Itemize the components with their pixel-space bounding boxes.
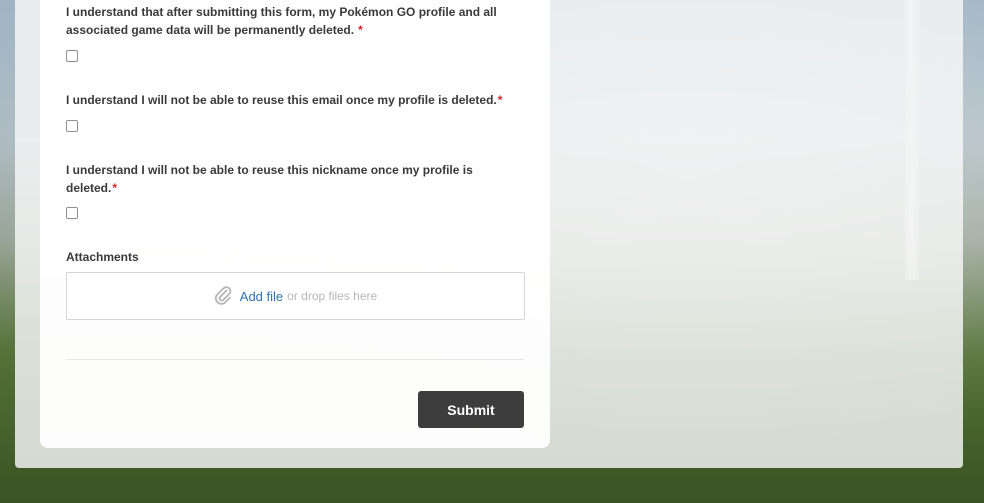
question-text: I understand I will not be able to reuse… — [66, 93, 497, 107]
form-divider — [66, 359, 524, 360]
question-nickname-reuse: I understand I will not be able to reuse… — [66, 161, 486, 197]
required-marker: * — [112, 181, 118, 195]
submit-button[interactable]: Submit — [418, 391, 524, 428]
add-file-link[interactable]: Add file — [240, 289, 283, 304]
required-marker: * — [497, 93, 503, 107]
checkbox-email-reuse[interactable] — [66, 120, 78, 132]
question-text: I understand I will not be able to reuse… — [66, 163, 473, 195]
form-card — [40, 0, 550, 448]
attachments-label: Attachments — [66, 250, 139, 264]
paperclip-icon — [214, 285, 232, 307]
file-dropzone[interactable]: Add file or drop files here — [66, 272, 525, 320]
drop-files-hint: or drop files here — [287, 289, 378, 303]
question-email-reuse: I understand I will not be able to reuse… — [66, 91, 516, 109]
checkbox-nickname-reuse[interactable] — [66, 207, 78, 219]
question-text: I understand that after submitting this … — [66, 5, 497, 37]
checkbox-profile-deletion[interactable] — [66, 50, 78, 62]
required-marker: * — [358, 23, 363, 37]
question-profile-deletion: I understand that after submitting this … — [66, 3, 516, 39]
